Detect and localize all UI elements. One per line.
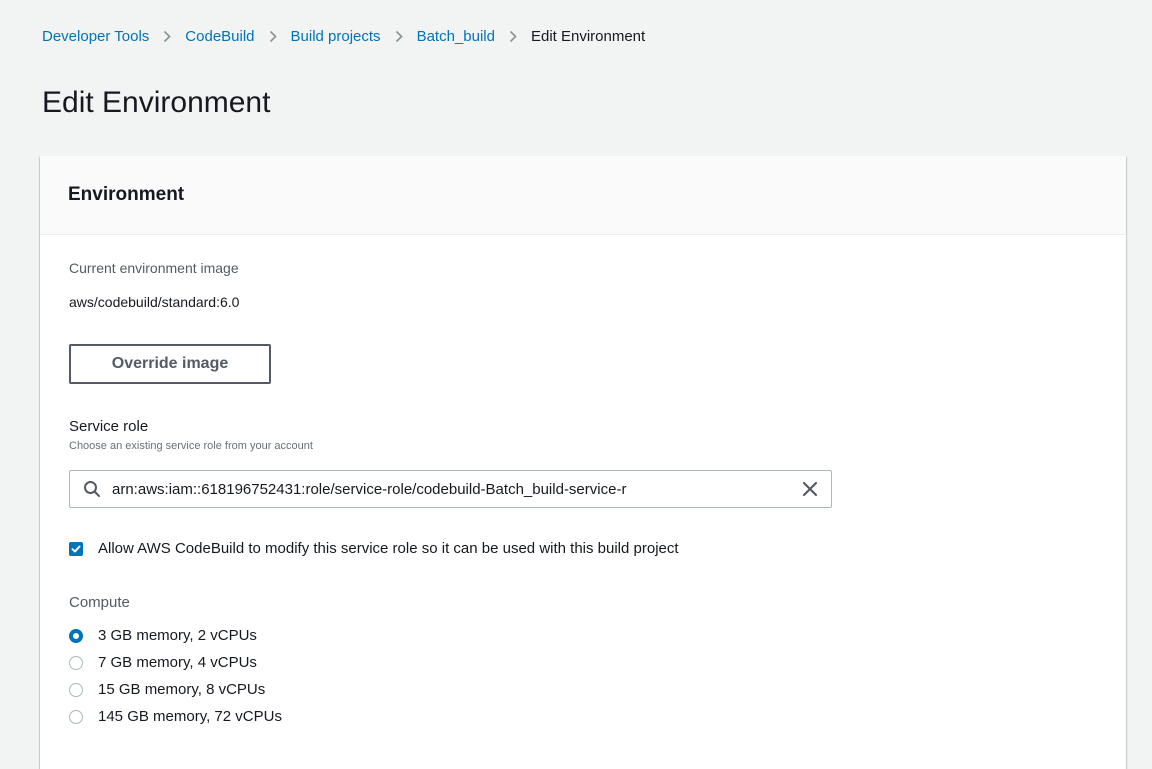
- breadcrumb-build-projects[interactable]: Build projects: [291, 28, 381, 45]
- checkmark-icon: [71, 545, 81, 552]
- service-role-search-field[interactable]: [69, 470, 832, 508]
- current-image-value: aws/codebuild/standard:6.0: [69, 294, 240, 310]
- radio-button-selected[interactable]: [69, 628, 83, 643]
- compute-option-label: 7 GB memory, 4 vCPUs: [98, 654, 257, 671]
- breadcrumb-batch-build[interactable]: Batch_build: [417, 28, 495, 45]
- compute-option-145gb[interactable]: 145 GB memory, 72 vCPUs: [69, 705, 282, 728]
- allow-modify-checkbox[interactable]: [69, 541, 83, 556]
- radio-button[interactable]: [69, 709, 83, 724]
- radio-button[interactable]: [69, 655, 83, 670]
- compute-radio-group: 3 GB memory, 2 vCPUs 7 GB memory, 4 vCPU…: [69, 624, 282, 732]
- compute-option-label: 145 GB memory, 72 vCPUs: [98, 708, 282, 725]
- close-icon[interactable]: [799, 478, 821, 500]
- breadcrumb-current: Edit Environment: [530, 28, 646, 45]
- chevron-right-icon: [269, 30, 277, 43]
- override-image-button[interactable]: Override image: [69, 344, 271, 384]
- radio-button[interactable]: [69, 682, 83, 697]
- allow-modify-label: Allow AWS CodeBuild to modify this servi…: [98, 540, 679, 557]
- panel-header: Environment: [40, 156, 1126, 235]
- chevron-right-icon: [163, 30, 171, 43]
- panel-title: Environment: [68, 184, 185, 205]
- compute-label: Compute: [69, 594, 130, 611]
- page-title: Edit Environment: [42, 86, 271, 119]
- compute-option-7gb[interactable]: 7 GB memory, 4 vCPUs: [69, 651, 282, 674]
- environment-panel: Environment Current environment image aw…: [40, 156, 1126, 769]
- service-role-description: Choose an existing service role from you…: [69, 440, 313, 452]
- service-role-input[interactable]: [112, 480, 793, 498]
- page: Developer Tools CodeBuild Build projects…: [0, 0, 1152, 769]
- chevron-right-icon: [509, 30, 517, 43]
- current-image-label: Current environment image: [69, 260, 239, 276]
- chevron-right-icon: [395, 30, 403, 43]
- allow-modify-role-option[interactable]: Allow AWS CodeBuild to modify this servi…: [69, 540, 679, 557]
- compute-option-15gb[interactable]: 15 GB memory, 8 vCPUs: [69, 678, 282, 701]
- search-icon: [82, 479, 102, 499]
- breadcrumb: Developer Tools CodeBuild Build projects…: [42, 28, 645, 45]
- compute-option-label: 3 GB memory, 2 vCPUs: [98, 627, 257, 644]
- compute-option-label: 15 GB memory, 8 vCPUs: [98, 681, 266, 698]
- breadcrumb-developer-tools[interactable]: Developer Tools: [42, 28, 149, 45]
- compute-option-3gb[interactable]: 3 GB memory, 2 vCPUs: [69, 624, 282, 647]
- breadcrumb-codebuild[interactable]: CodeBuild: [185, 28, 254, 45]
- service-role-label: Service role: [69, 418, 149, 435]
